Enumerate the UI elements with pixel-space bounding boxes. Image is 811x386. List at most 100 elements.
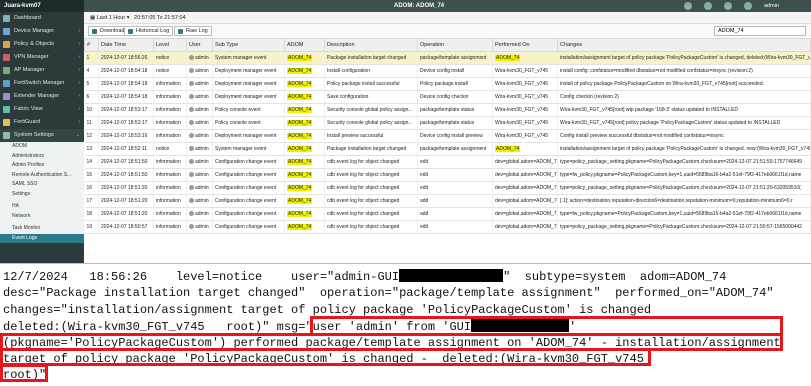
menu-icon <box>3 119 10 126</box>
cell-subtype: Configuration change event <box>212 194 285 208</box>
sidebar-item-label: System Settings <box>14 132 54 138</box>
table-row[interactable]: 16 2024-12-07 18:51:20 information admin Con… <box>84 181 811 195</box>
cell-subtype: Deployment manager event <box>212 129 285 143</box>
table-row[interactable]: 10 2024-12-07 18:53:17 information admin Pol… <box>84 103 811 117</box>
table-row[interactable]: 5 2024-12-07 18:54:18 information admin Depl… <box>84 77 811 91</box>
cell-user: admin <box>186 116 213 130</box>
cell-datetime: 2024-12-07 18:51:20 <box>98 207 154 221</box>
sidebar-item[interactable]: Device Manager › <box>0 25 84 38</box>
cell-level: information <box>153 155 187 169</box>
sidebar-item[interactable]: FortiSwitch Manager › <box>0 77 84 90</box>
column-header[interactable]: Date Time <box>98 38 154 52</box>
table-row[interactable]: 15 2024-12-07 18:51:50 information admin Con… <box>84 168 811 182</box>
cell-subtype: System manager event <box>212 142 285 156</box>
log-line-1b: " subtype=system adom=ADOM_74 <box>503 270 727 284</box>
raw-log-button[interactable]: Raw Log <box>174 26 212 36</box>
fortianalyzer-event-log-window: Juara-kvm07 Dashboard Device Manager › Poli… <box>0 0 811 264</box>
submenu-item[interactable]: HA <box>0 202 84 212</box>
cell-subtype: Configuration change event <box>212 207 285 221</box>
raw-log-icon <box>178 29 183 34</box>
table-row[interactable]: 14 2024-12-07 18:51:50 information admin Con… <box>84 155 811 169</box>
system-settings-submenu: ADOM Administrators Admin Profiles Remote A… <box>0 142 84 243</box>
submenu-item[interactable]: Task Monitor <box>0 224 84 234</box>
column-header[interactable]: Performed On <box>492 38 558 52</box>
cell-changes: install of policy package PolicyPackageC… <box>557 77 811 91</box>
sidebar-item[interactable]: System Settings ⌄ <box>0 129 84 142</box>
sidebar-item[interactable]: Dashboard <box>0 12 84 25</box>
cell-user: admin <box>186 51 213 65</box>
notification-icon[interactable] <box>744 2 752 10</box>
fullscreen-icon[interactable] <box>724 2 732 10</box>
avatar <box>189 185 194 191</box>
cell-operation: edit <box>417 155 493 169</box>
submenu-item[interactable]: Admin Profiles <box>0 161 84 171</box>
search-input[interactable] <box>714 26 806 36</box>
menu-icon <box>3 132 10 139</box>
cell-adom: ADOM_74 <box>284 103 325 117</box>
table-row[interactable]: 13 2024-12-07 18:52:11 notice admin System m… <box>84 142 811 156</box>
submenu-item[interactable]: SAML SSO <box>0 180 84 190</box>
column-header[interactable]: User <box>186 38 213 52</box>
table-row[interactable]: 12 2024-12-07 18:53:16 information admin Dep… <box>84 129 811 143</box>
cell-changes: type=policy_package_setting,pkgname=Poli… <box>557 181 811 195</box>
avatar <box>189 159 194 165</box>
table-row[interactable]: 6 2024-12-07 18:54:18 information admin Depl… <box>84 90 811 104</box>
time-range-select[interactable]: ▦ Last 1 Hour ▾ 20:57:05 To 21:57:04 <box>90 14 186 22</box>
submenu-item[interactable]: Network <box>0 212 84 222</box>
column-header[interactable]: Description <box>324 38 418 52</box>
table-row[interactable]: 18 2024-12-07 18:51:20 information admin Con… <box>84 207 811 221</box>
column-header[interactable]: # <box>84 38 99 52</box>
cell-operation: edit <box>417 181 493 195</box>
submenu-item[interactable]: Administrators <box>0 152 84 162</box>
chevron-icon: › <box>78 67 80 73</box>
cell-adom: ADOM_74 <box>284 142 325 156</box>
avatar <box>189 224 194 230</box>
cell-level: information <box>153 116 187 130</box>
cell-datetime: 2024-12-07 18:53:17 <box>98 116 154 130</box>
cell-adom: ADOM_74 <box>284 194 325 208</box>
cell-index: 4 <box>84 64 99 78</box>
time-window: 20:57:05 To 21:57:04 <box>134 15 186 21</box>
highlight-box <box>0 364 48 382</box>
historical-log-button[interactable]: Historical Log <box>124 26 174 36</box>
table-row[interactable]: 1 2024-12-07 18:56:26 notice admin System ma… <box>84 51 811 65</box>
column-header[interactable]: Changes <box>557 38 811 52</box>
sidebar-item[interactable]: AP Manager › <box>0 64 84 77</box>
sidebar-item[interactable]: FortiGuard › <box>0 116 84 129</box>
console-icon[interactable] <box>704 2 712 10</box>
column-header[interactable]: Operation <box>417 38 493 52</box>
sidebar-item-label: FortiSwitch Manager <box>14 80 65 86</box>
time-filter-bar: ▦ Last 1 Hour ▾ 20:57:05 To 21:57:04 <box>84 12 811 24</box>
submenu-item[interactable]: Remote Authentication S... <box>0 171 84 181</box>
sidebar-item[interactable]: Policy & Objects › <box>0 38 84 51</box>
cell-description: Install configuration <box>324 64 418 78</box>
user-menu[interactable]: admin <box>764 0 779 12</box>
adom-indicator[interactable]: ADOM: ADOM_74 <box>394 0 444 12</box>
submenu-item[interactable]: Event Logs <box>0 233 84 243</box>
sidebar-item[interactable]: Fabric View › <box>0 103 84 116</box>
download-button[interactable]: Download <box>88 26 129 36</box>
cell-description: cdb event log for object changed <box>324 194 418 208</box>
cell-performed-on: dev=global,adom=ADOM_74,... <box>492 220 558 234</box>
cell-subtype: Configuration change event <box>212 168 285 182</box>
submenu-item[interactable]: Settings <box>0 190 84 200</box>
sidebar-item[interactable]: Extender Manager › <box>0 90 84 103</box>
sidebar-item[interactable]: VPN Manager › <box>0 51 84 64</box>
menu-icon <box>3 93 10 100</box>
sidebar-item-label: Policy & Objects <box>14 41 55 47</box>
submenu-item[interactable]: ADOM <box>0 142 84 152</box>
cell-operation: Device config checkin <box>417 90 493 104</box>
table-row[interactable]: 17 2024-12-07 18:51:20 information admin Con… <box>84 194 811 208</box>
sidebar-item-label: AP Manager <box>14 67 45 73</box>
table-row[interactable]: 11 2024-12-07 18:53:17 information admin Pol… <box>84 116 811 130</box>
help-icon[interactable] <box>684 2 692 10</box>
table-row[interactable]: 4 2024-12-07 18:54:18 notice admin Deploymen… <box>84 64 811 78</box>
redaction-block <box>399 269 504 282</box>
table-row[interactable]: 19 2024-12-07 18:50:57 information admin Con… <box>84 220 811 234</box>
cell-subtype: System manager event <box>212 51 285 65</box>
column-header[interactable]: ADOM <box>284 38 325 52</box>
cell-index: 1 <box>84 51 99 65</box>
cell-index: 10 <box>84 103 99 117</box>
column-header[interactable]: Level <box>153 38 187 52</box>
column-header[interactable]: Sub Type <box>212 38 285 52</box>
